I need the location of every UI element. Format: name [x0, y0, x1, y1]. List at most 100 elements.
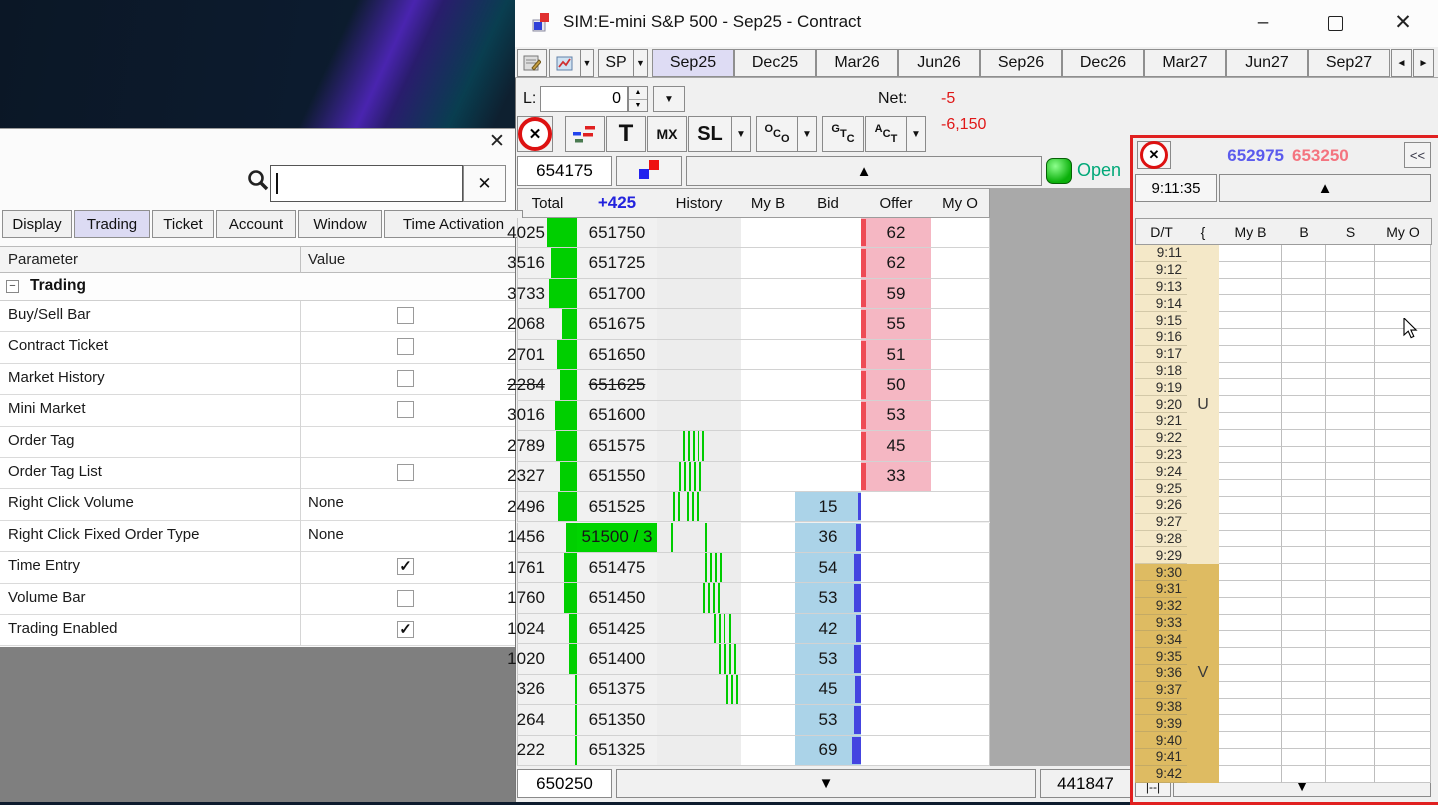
time-cell[interactable] — [1219, 732, 1282, 749]
ladder-cell-total[interactable]: 1456 — [517, 523, 578, 553]
settings-tab-account[interactable]: Account — [216, 210, 296, 238]
ladder-cell-offer[interactable] — [861, 736, 932, 766]
settings-row[interactable]: Contract Ticket — [0, 332, 515, 363]
ladder-cell-offer[interactable]: 50 — [861, 370, 932, 400]
param-value[interactable]: None — [308, 494, 344, 511]
time-row-label[interactable]: 9:27 — [1135, 514, 1187, 531]
time-cell[interactable] — [1282, 363, 1326, 380]
ladder-cell-myo[interactable] — [931, 583, 990, 613]
ladder-cell-history[interactable] — [657, 492, 742, 522]
ladder-cell-myo[interactable] — [931, 218, 990, 248]
time-col-dt[interactable]: D/T — [1135, 218, 1188, 245]
ladder-cell-bid[interactable] — [795, 431, 862, 461]
ladder-cell-total[interactable]: 4025 — [517, 218, 578, 248]
time-cell[interactable] — [1326, 732, 1375, 749]
time-row-label[interactable]: 9:25 — [1135, 480, 1187, 497]
time-cell[interactable] — [1219, 715, 1282, 732]
oco-dropdown-arrow[interactable]: ▼ — [797, 116, 817, 152]
ladder-cell-price[interactable]: 651375 — [577, 675, 658, 705]
time-cell[interactable] — [1326, 547, 1375, 564]
time-cell[interactable] — [1326, 564, 1375, 581]
time-row-label[interactable]: 9:34 — [1135, 631, 1187, 648]
time-cell[interactable] — [1326, 631, 1375, 648]
time-cell[interactable] — [1282, 279, 1326, 296]
ladder-cell-myo[interactable] — [931, 309, 990, 339]
ladder-cell-price[interactable]: 651325 — [577, 736, 658, 766]
time-cell[interactable] — [1375, 396, 1431, 413]
time-cell[interactable] — [1375, 413, 1431, 430]
ladder-cell-bid[interactable] — [795, 370, 862, 400]
cancel-all-button[interactable]: ✕ — [517, 116, 553, 152]
param-checkbox[interactable] — [397, 401, 414, 418]
ladder-cell-history[interactable] — [657, 370, 742, 400]
low-price-box[interactable]: 650250 — [517, 769, 612, 798]
time-cell[interactable] — [1375, 531, 1431, 548]
time-cell[interactable] — [1326, 749, 1375, 766]
time-row-label[interactable]: 9:14 — [1135, 295, 1187, 312]
time-cell[interactable] — [1282, 598, 1326, 615]
time-cell[interactable] — [1219, 766, 1282, 783]
ladder-cell-offer[interactable] — [861, 523, 932, 553]
ladder-cell-history[interactable] — [657, 736, 742, 766]
tab-scroll-right-icon[interactable]: ► — [1413, 49, 1434, 77]
symbol-button[interactable]: SP — [598, 49, 634, 77]
time-cell[interactable] — [1375, 648, 1431, 665]
ladder-cell-offer[interactable] — [861, 614, 932, 644]
time-cell[interactable] — [1326, 447, 1375, 464]
ladder-cell-myo[interactable] — [931, 340, 990, 370]
time-row-label[interactable]: 9:19 — [1135, 379, 1187, 396]
depth-link-button[interactable] — [616, 156, 682, 186]
settings-row[interactable]: Right Click VolumeNone — [0, 489, 515, 520]
ladder-cell-offer[interactable]: 51 — [861, 340, 932, 370]
ladder-cell-myb[interactable] — [741, 340, 796, 370]
ladder-cell-myo[interactable] — [931, 248, 990, 278]
time-cell[interactable] — [1219, 346, 1282, 363]
oco-button[interactable]: OCO — [756, 116, 798, 152]
time-cell[interactable] — [1326, 346, 1375, 363]
time-cell[interactable] — [1326, 262, 1375, 279]
time-cell[interactable] — [1326, 396, 1375, 413]
ladder-cell-myb[interactable] — [741, 705, 796, 735]
ladder-cell-bid[interactable]: 36 — [795, 523, 862, 553]
flatten-button[interactable] — [565, 116, 605, 152]
ladder-cell-price[interactable]: 651575 — [577, 431, 658, 461]
ladder-cell-bid[interactable] — [795, 462, 862, 492]
gtc-button[interactable]: GTC — [822, 116, 864, 152]
time-cell[interactable] — [1282, 295, 1326, 312]
ladder-cell-bid[interactable] — [795, 279, 862, 309]
time-cell[interactable] — [1375, 564, 1431, 581]
param-checkbox[interactable] — [397, 590, 414, 607]
ladder-cell-myb[interactable] — [741, 553, 796, 583]
settings-tab-window[interactable]: Window — [298, 210, 382, 238]
ladder-cell-myb[interactable] — [741, 614, 796, 644]
time-cell[interactable] — [1219, 329, 1282, 346]
tab-contract-sep27[interactable]: Sep27 — [1308, 49, 1390, 77]
time-cell[interactable] — [1282, 732, 1326, 749]
time-cell[interactable] — [1326, 581, 1375, 598]
trail-button[interactable]: T — [606, 116, 646, 152]
time-cell[interactable] — [1282, 413, 1326, 430]
ladder-cell-total[interactable]: 222 — [517, 736, 578, 766]
time-cell[interactable] — [1219, 531, 1282, 548]
ladder-cell-myo[interactable] — [931, 614, 990, 644]
time-cell[interactable] — [1219, 312, 1282, 329]
ladder-col-myb[interactable]: My B — [741, 188, 796, 218]
time-cell[interactable] — [1282, 766, 1326, 783]
settings-row[interactable]: Trading Enabled✓ — [0, 615, 515, 646]
tab-contract-jun27[interactable]: Jun27 — [1226, 49, 1308, 77]
ladder-cell-price[interactable]: 651425 — [577, 614, 658, 644]
settings-close-icon[interactable]: ✕ — [489, 130, 505, 153]
time-cell[interactable] — [1326, 766, 1375, 783]
ladder-cell-offer[interactable] — [861, 705, 932, 735]
time-cell[interactable] — [1282, 749, 1326, 766]
time-row-label[interactable]: 9:37 — [1135, 682, 1187, 699]
ladder-cell-price[interactable]: 51500 / 3 — [577, 523, 658, 553]
time-row-label[interactable]: 9:12 — [1135, 262, 1187, 279]
time-cell[interactable] — [1282, 379, 1326, 396]
time-cell[interactable] — [1282, 463, 1326, 480]
time-cell[interactable] — [1219, 279, 1282, 296]
tab-contract-jun26[interactable]: Jun26 — [898, 49, 980, 77]
time-row-label[interactable]: 9:38 — [1135, 699, 1187, 716]
time-cell[interactable] — [1375, 279, 1431, 296]
time-cell[interactable] — [1282, 262, 1326, 279]
